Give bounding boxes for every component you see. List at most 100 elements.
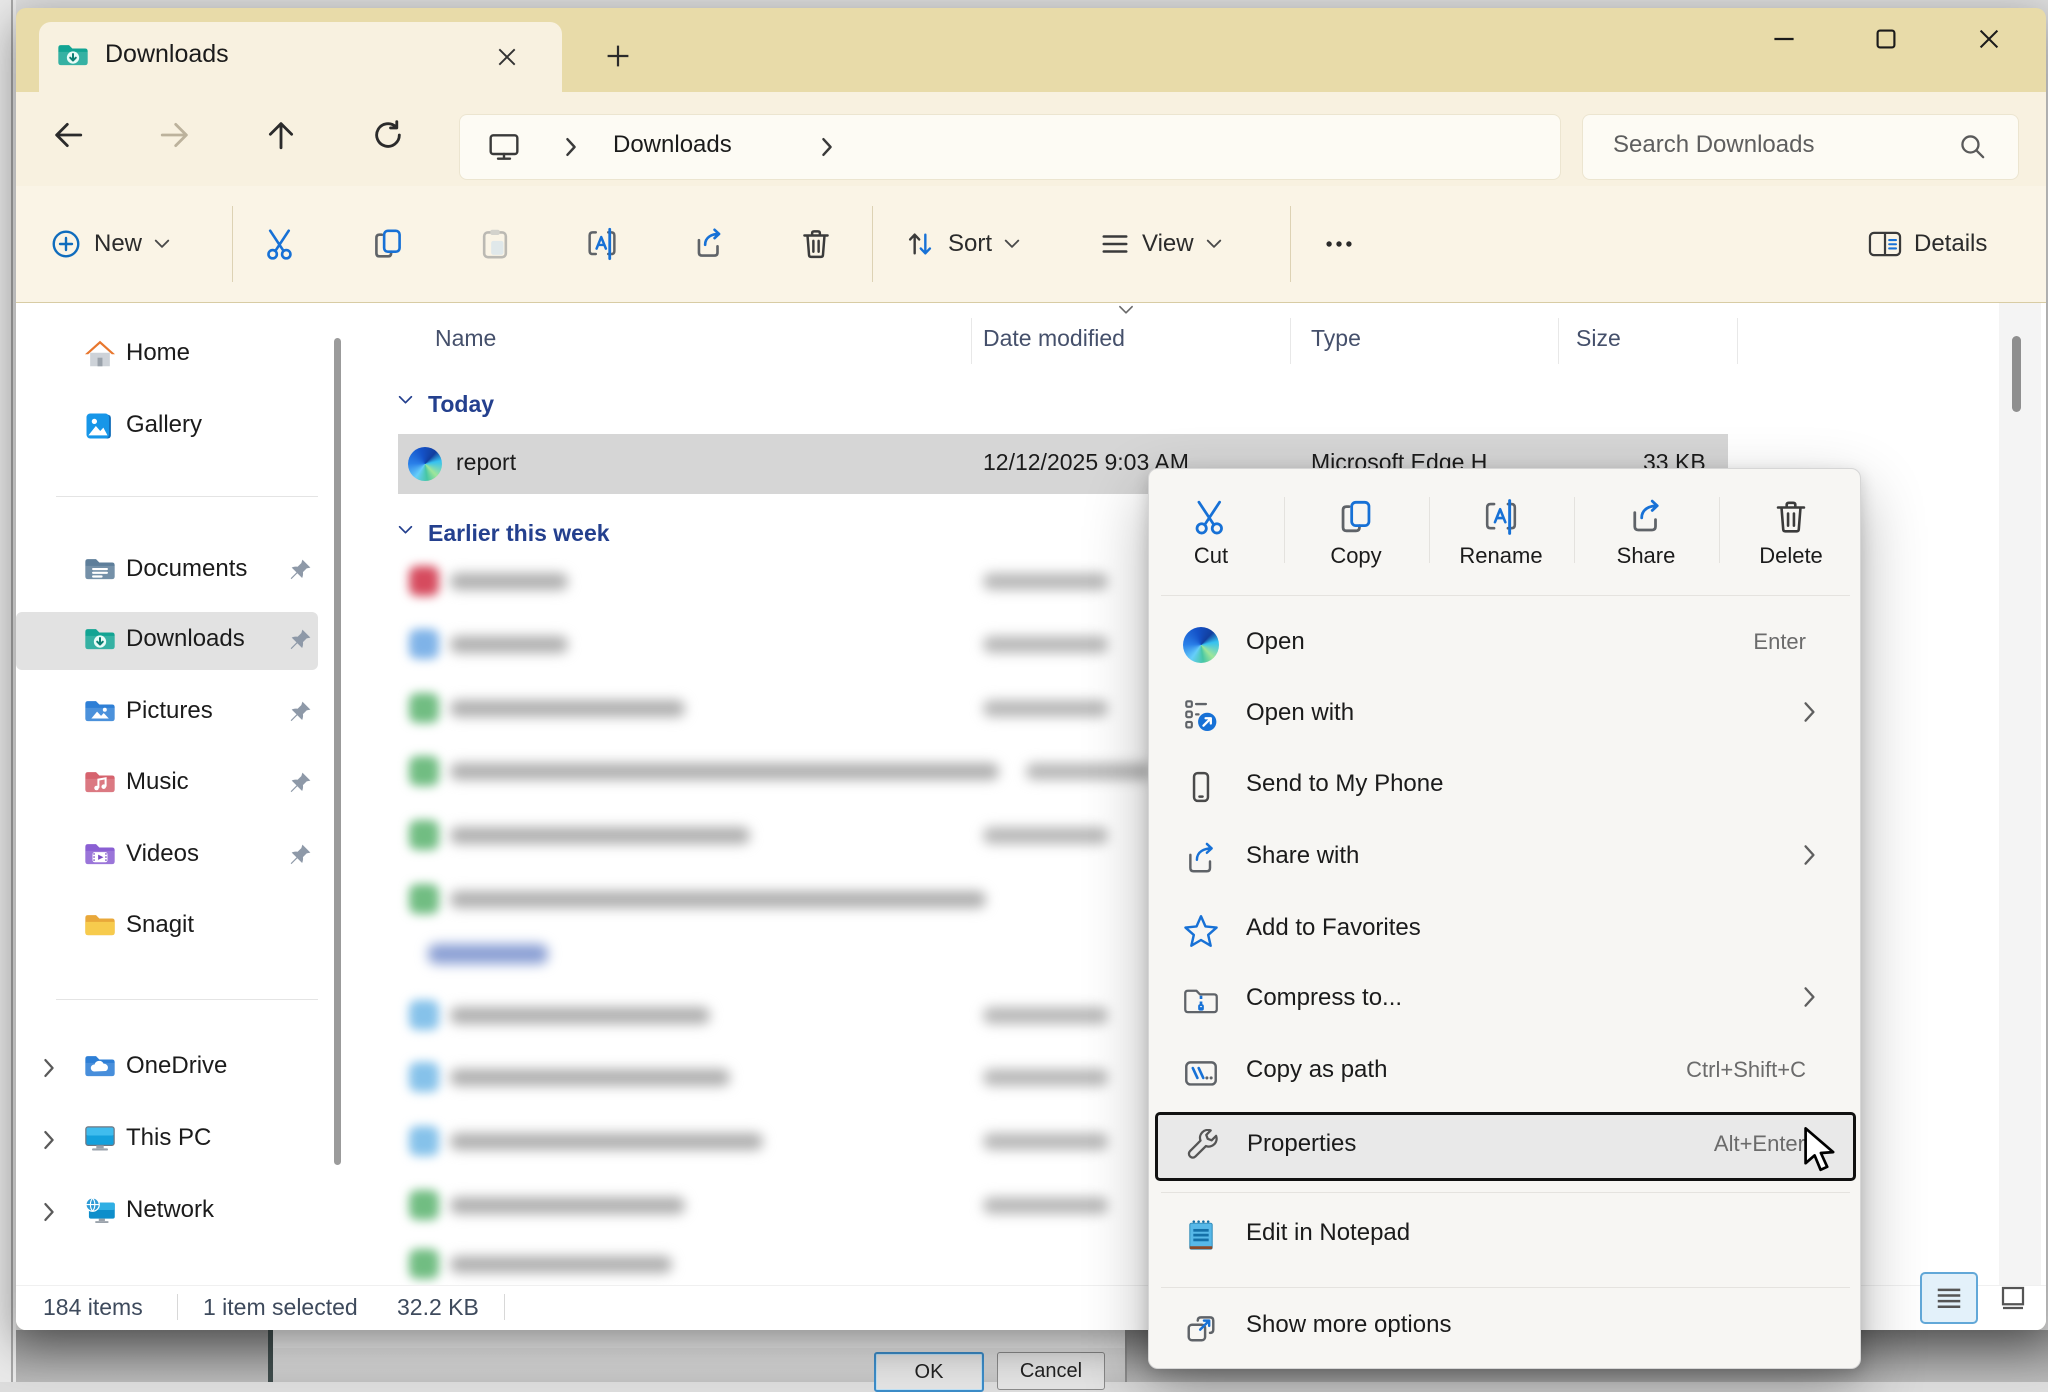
cut-menu-button[interactable]: Cut: [1145, 487, 1277, 587]
sidebar-item-gallery[interactable]: Gallery: [16, 398, 318, 456]
sidebar-item-documents[interactable]: Documents: [16, 542, 318, 600]
group-collapse-chevron-icon[interactable]: [398, 525, 413, 535]
new-tab-button[interactable]: [598, 36, 638, 76]
sidebar-item-label: Gallery: [126, 411, 202, 439]
menu-item-open-with[interactable]: Open with: [1157, 683, 1854, 747]
refresh-button[interactable]: [360, 107, 416, 163]
search-box[interactable]: Search Downloads: [1583, 115, 2018, 179]
share-icon: [1580, 495, 1712, 539]
group-header-today[interactable]: Today: [428, 391, 494, 418]
up-button[interactable]: [253, 107, 309, 163]
open-with-icon: [1183, 698, 1219, 734]
sidebar-item-downloads[interactable]: Downloads: [16, 612, 318, 670]
forward-button[interactable]: [147, 107, 203, 163]
back-button[interactable]: [40, 107, 96, 163]
delete-menu-button[interactable]: Delete: [1725, 487, 1857, 587]
delete-button[interactable]: [788, 216, 844, 272]
sidebar-item-pictures[interactable]: Pictures: [16, 684, 318, 742]
file-list-scrollbar[interactable]: [1999, 303, 2041, 1285]
edge-logo-icon: [408, 447, 442, 481]
copy-button[interactable]: [360, 216, 416, 272]
status-divider: [504, 1294, 505, 1320]
menu-item-send-to-my-phone[interactable]: Send to My Phone: [1157, 754, 1854, 818]
menu-item-copy-as-path[interactable]: Copy as path Ctrl+Shift+C: [1157, 1040, 1854, 1104]
address-row: Downloads Search Downloads: [16, 92, 2046, 186]
menu-item-add-to-favorites[interactable]: Add to Favorites: [1157, 898, 1854, 962]
house-icon: [84, 339, 116, 369]
menu-item-open[interactable]: Open Enter: [1157, 612, 1854, 676]
column-header-size[interactable]: Size: [1576, 325, 1621, 352]
menu-item-show-more-options[interactable]: Show more options: [1157, 1295, 1854, 1359]
background-dialog: OK Cancel: [268, 1330, 1127, 1382]
close-button[interactable]: [1958, 16, 2020, 62]
details-view-toggle[interactable]: [1920, 1272, 1978, 1324]
column-header-type[interactable]: Type: [1311, 325, 1361, 352]
tab-downloads[interactable]: Downloads: [39, 22, 562, 92]
blurred-group-header-last-week[interactable]: [428, 944, 548, 964]
cut-button[interactable]: [253, 216, 309, 272]
column-separator[interactable]: [971, 318, 972, 364]
group-collapse-chevron-icon[interactable]: [398, 395, 413, 405]
chevron-right-icon[interactable]: [42, 1202, 56, 1222]
menu-divider: [1161, 1192, 1850, 1193]
this-pc-icon[interactable]: [488, 131, 520, 161]
search-icon[interactable]: [1959, 133, 1987, 161]
phone-icon: [1183, 769, 1219, 805]
details-pane-button[interactable]: Details: [1856, 208, 1999, 280]
sort-button[interactable]: Sort: [892, 208, 1032, 280]
maximize-button[interactable]: [1855, 16, 1917, 62]
chevron-right-icon[interactable]: [42, 1130, 56, 1150]
edge-logo-icon: [1183, 627, 1219, 663]
column-header-name[interactable]: Name: [435, 325, 496, 352]
copy-menu-button[interactable]: Copy: [1290, 487, 1422, 587]
address-bar[interactable]: Downloads: [460, 115, 1560, 179]
sidebar-divider: [56, 999, 318, 1000]
menu-item-compress-to[interactable]: Compress to...: [1157, 968, 1854, 1032]
new-button[interactable]: New: [38, 208, 182, 280]
sidebar-item-label: Videos: [126, 840, 199, 868]
sidebar-item-snagit[interactable]: Snagit: [16, 898, 318, 956]
column-separator[interactable]: [1737, 318, 1738, 364]
view-button[interactable]: View: [1088, 208, 1234, 280]
network-icon: [84, 1196, 116, 1224]
sidebar-item-onedrive[interactable]: OneDrive: [16, 1039, 318, 1097]
more-options-button[interactable]: [1311, 216, 1367, 272]
menu-item-properties[interactable]: Properties Alt+Enter: [1155, 1112, 1856, 1181]
menu-action-separator: [1574, 497, 1575, 563]
tab-close-icon[interactable]: [487, 37, 527, 77]
cancel-button[interactable]: Cancel: [997, 1352, 1105, 1390]
icons-view-toggle[interactable]: [1984, 1272, 2042, 1324]
rename-button[interactable]: [574, 216, 630, 272]
ok-button[interactable]: OK: [874, 1352, 984, 1392]
sidebar-scrollbar[interactable]: [334, 338, 341, 1165]
chevron-right-icon[interactable]: [42, 1058, 56, 1078]
sidebar-item-network[interactable]: Network: [16, 1183, 318, 1241]
group-header-earlier-this-week[interactable]: Earlier this week: [428, 520, 610, 547]
sidebar-item-label: This PC: [126, 1124, 211, 1152]
column-header-date-modified[interactable]: Date modified: [983, 325, 1125, 352]
pin-icon: [288, 628, 312, 652]
sidebar-item-home[interactable]: Home: [16, 326, 318, 384]
sidebar-item-label: Pictures: [126, 697, 213, 725]
breadcrumb[interactable]: Downloads: [613, 131, 732, 159]
menu-action-separator: [1429, 497, 1430, 563]
rename-menu-button[interactable]: Rename: [1435, 487, 1567, 587]
breadcrumb-chevron-icon[interactable]: [820, 137, 834, 157]
share-button[interactable]: [681, 216, 737, 272]
pin-icon: [288, 700, 312, 724]
submenu-chevron-icon: [1803, 986, 1816, 1008]
sidebar-item-music[interactable]: Music: [16, 755, 318, 813]
search-input[interactable]: Search Downloads: [1613, 131, 1814, 159]
minimize-button[interactable]: [1753, 16, 1815, 62]
breadcrumb-chevron-icon[interactable]: [564, 137, 578, 157]
share-menu-button[interactable]: Share: [1580, 487, 1712, 587]
paste-button[interactable]: [467, 216, 523, 272]
column-separator[interactable]: [1558, 318, 1559, 364]
sidebar-item-videos[interactable]: Videos: [16, 827, 318, 885]
sidebar-item-this-pc[interactable]: This PC: [16, 1111, 318, 1169]
column-separator[interactable]: [1290, 318, 1291, 364]
scrollbar-thumb[interactable]: [2012, 336, 2021, 412]
menu-item-edit-in-notepad[interactable]: Edit in Notepad: [1157, 1203, 1854, 1267]
menu-item-share-with[interactable]: Share with: [1157, 826, 1854, 890]
pictures-folder-icon: [84, 697, 116, 724]
